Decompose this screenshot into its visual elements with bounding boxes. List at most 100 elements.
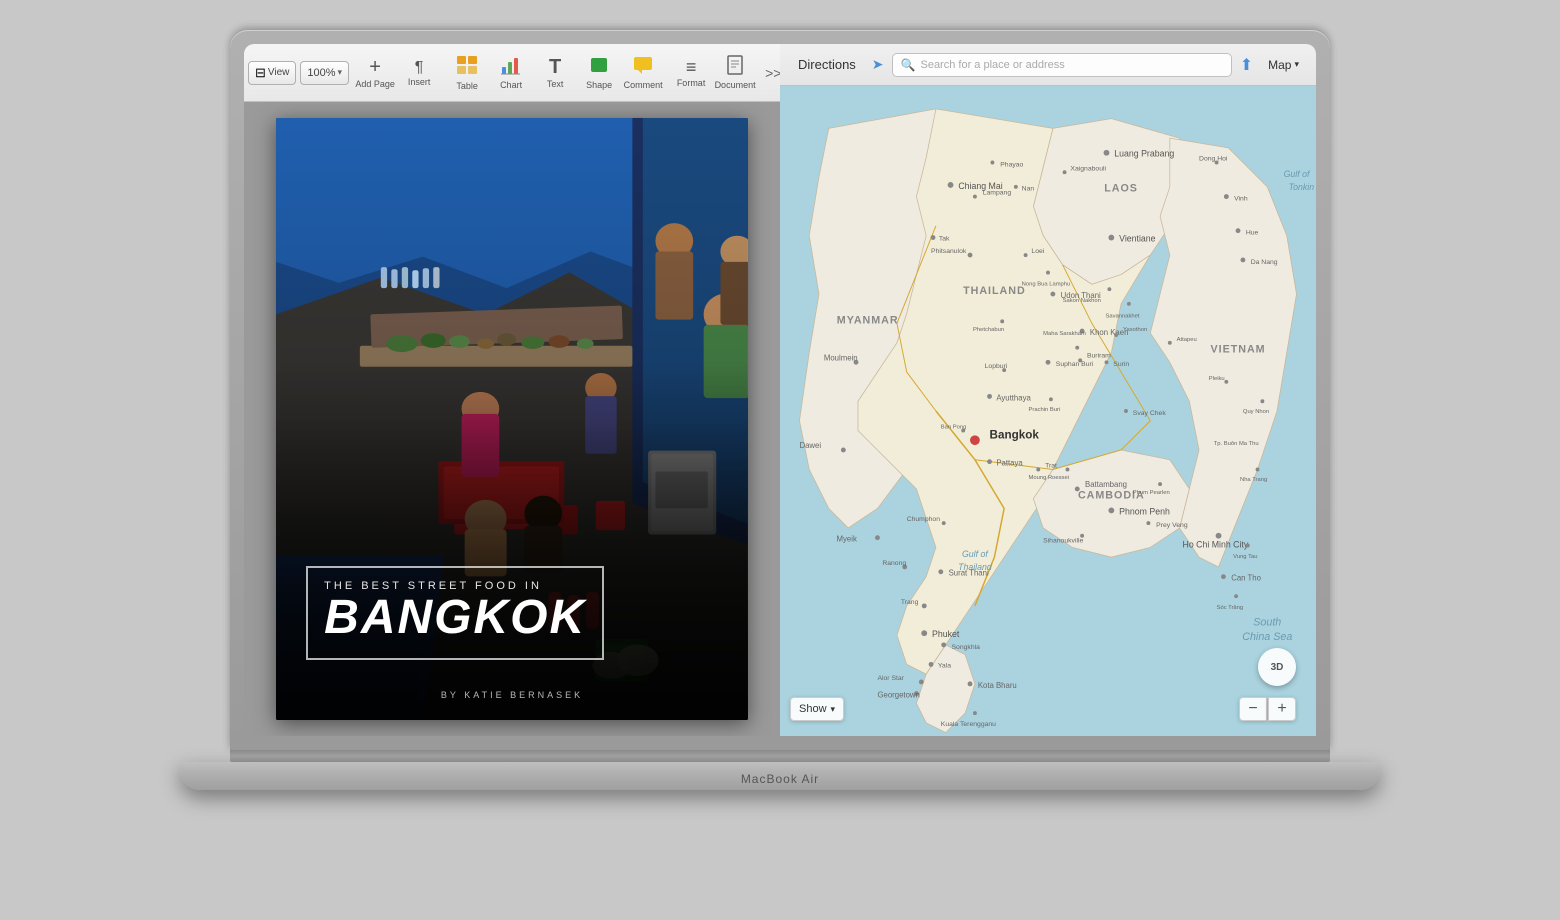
zoom-controls: − +	[1239, 697, 1296, 721]
svg-text:Chumphon: Chumphon	[907, 516, 941, 523]
svg-text:Quy Nhon: Quy Nhon	[1243, 409, 1269, 415]
chart-label: Chart	[500, 80, 522, 90]
svg-text:Maha Sarakham: Maha Sarakham	[1043, 331, 1086, 337]
macbook-container: ⊟ View 100% ▾ + Add Page	[180, 30, 1380, 890]
svg-text:Myeik: Myeik	[837, 535, 857, 544]
maps-toolbar: Directions ➤ 🔍 Search for a place or add…	[780, 44, 1316, 86]
format-button[interactable]: ≡ Format	[669, 48, 713, 98]
svg-text:Attapeu: Attapeu	[1177, 337, 1197, 343]
chart-button[interactable]: Chart	[489, 48, 533, 98]
svg-text:Gulf of: Gulf of	[1284, 169, 1311, 179]
add-page-button[interactable]: + Add Page	[353, 48, 397, 98]
table-button[interactable]: Table	[445, 48, 489, 98]
cover-image: THE BEST STREET FOOD IN BANGKOK BY KATIE…	[276, 118, 748, 720]
cover-author: BY KATIE BERNASEK	[276, 690, 748, 700]
svg-text:Phayao: Phayao	[1000, 161, 1023, 168]
zoom-out-button[interactable]: −	[1239, 697, 1267, 721]
compass-button[interactable]: 3D	[1258, 648, 1296, 686]
map-area[interactable]: THAILAND LAOS VIETNAM CAMBODIA MYANMAR G…	[780, 86, 1316, 736]
share-icon[interactable]: ⬆	[1240, 55, 1253, 75]
svg-text:Pattaya: Pattaya	[996, 459, 1023, 468]
text-label: Text	[547, 79, 564, 89]
comment-label: Comment	[624, 80, 663, 90]
map-type-label: Map	[1268, 58, 1291, 72]
svg-text:Xaignabouli: Xaignabouli	[1070, 165, 1106, 172]
svg-text:Savannakhet: Savannakhet	[1105, 313, 1139, 319]
comment-icon	[632, 55, 654, 80]
pages-doc-area: THE BEST STREET FOOD IN BANGKOK BY KATIE…	[244, 102, 780, 736]
svg-text:Ho Chi Minh City: Ho Chi Minh City	[1182, 539, 1248, 549]
svg-text:Phum Pearlen: Phum Pearlen	[1133, 490, 1170, 496]
svg-text:Gulf of: Gulf of	[962, 549, 989, 559]
svg-text:Tp. Buôn Ma Thu: Tp. Buôn Ma Thu	[1214, 441, 1259, 447]
pages-toolbar: ⊟ View 100% ▾ + Add Page	[244, 44, 780, 102]
add-page-label: Add Page	[355, 79, 395, 89]
map-svg: THAILAND LAOS VIETNAM CAMBODIA MYANMAR G…	[780, 86, 1316, 736]
format-icon: ≡	[686, 57, 697, 78]
svg-text:Kota Bharu: Kota Bharu	[978, 681, 1017, 690]
svg-text:Phuket: Phuket	[932, 629, 960, 639]
svg-text:Dawei: Dawei	[799, 441, 821, 450]
zoom-chevron-icon: ▾	[338, 67, 343, 78]
svg-text:Pleiku: Pleiku	[1209, 376, 1225, 382]
location-arrow-icon[interactable]: ➤	[872, 56, 884, 73]
svg-text:Kuala Terengganu: Kuala Terengganu	[941, 721, 996, 728]
svg-text:Nan: Nan	[1022, 186, 1035, 193]
svg-text:Surat Thani: Surat Thani	[949, 569, 989, 578]
svg-text:Ban Pong: Ban Pong	[941, 425, 967, 431]
zoom-button[interactable]: 100% ▾	[300, 61, 349, 85]
format-label: Format	[677, 78, 706, 88]
svg-text:Bangkok: Bangkok	[990, 428, 1040, 441]
cover-box: THE BEST STREET FOOD IN BANGKOK	[306, 566, 604, 660]
svg-text:Ayutthaya: Ayutthaya	[996, 393, 1031, 402]
text-button[interactable]: T Text	[533, 48, 577, 98]
svg-text:Buriram: Buriram	[1087, 352, 1111, 359]
svg-text:Nha Trang: Nha Trang	[1240, 477, 1267, 483]
svg-text:Tak: Tak	[939, 235, 950, 242]
svg-text:Moulmein: Moulmein	[824, 353, 858, 362]
svg-text:Loei: Loei	[1031, 248, 1044, 255]
svg-text:Yasothon: Yasothon	[1123, 327, 1147, 333]
screen-content: ⊟ View 100% ▾ + Add Page	[244, 44, 1316, 736]
shape-button[interactable]: Shape	[577, 48, 621, 98]
view-button[interactable]: ⊟ View	[248, 61, 296, 85]
macbook-label: MacBook Air	[741, 772, 819, 786]
macbook-base: MacBook Air	[180, 762, 1380, 790]
svg-text:Can Tho: Can Tho	[1231, 574, 1261, 583]
insert-label: Insert	[408, 77, 431, 87]
insert-icon: ¶	[415, 59, 424, 77]
svg-text:Dong Hoi: Dong Hoi	[1199, 156, 1228, 163]
svg-text:Sóc Trăng: Sóc Trăng	[1217, 605, 1244, 611]
svg-text:Vung Tau: Vung Tau	[1233, 554, 1257, 560]
insert-button[interactable]: ¶ Insert	[397, 48, 441, 98]
document-label: Document	[715, 80, 756, 90]
screen-bezel: ⊟ View 100% ▾ + Add Page	[244, 44, 1316, 736]
svg-text:Songkhla: Songkhla	[952, 644, 981, 651]
zoom-in-button[interactable]: +	[1268, 697, 1296, 721]
svg-text:Moung Roessei: Moung Roessei	[1029, 475, 1070, 481]
table-label: Table	[456, 81, 478, 91]
svg-text:THAILAND: THAILAND	[963, 285, 1026, 297]
document-button[interactable]: Document	[713, 48, 757, 98]
compass-label: 3D	[1271, 662, 1284, 673]
directions-button[interactable]: Directions	[790, 54, 864, 75]
svg-text:Vinh: Vinh	[1234, 195, 1248, 202]
svg-text:Alor Star: Alor Star	[877, 675, 904, 682]
svg-text:VIETNAM: VIETNAM	[1211, 344, 1266, 356]
text-icon: T	[549, 56, 561, 79]
svg-text:Phetchabun: Phetchabun	[973, 327, 1004, 333]
svg-text:Battambang: Battambang	[1085, 480, 1127, 489]
svg-text:Nong Bua Lamphu: Nong Bua Lamphu	[1022, 281, 1071, 287]
show-button[interactable]: Show ▾	[790, 697, 844, 721]
map-type-button[interactable]: Map ▾	[1261, 55, 1306, 75]
svg-text:Sakon Nakhon: Sakon Nakhon	[1063, 298, 1101, 304]
shape-icon	[588, 55, 610, 80]
directions-label: Directions	[798, 57, 856, 72]
svg-text:Phitsanulok: Phitsanulok	[931, 248, 967, 255]
maps-search-bar[interactable]: 🔍 Search for a place or address	[892, 53, 1232, 77]
comment-button[interactable]: Comment	[621, 48, 665, 98]
svg-text:LAOS: LAOS	[1104, 183, 1138, 195]
svg-text:Yala: Yala	[938, 662, 951, 669]
cover-text-area: THE BEST STREET FOOD IN BANGKOK	[306, 566, 718, 660]
add-page-icon: +	[369, 56, 381, 79]
